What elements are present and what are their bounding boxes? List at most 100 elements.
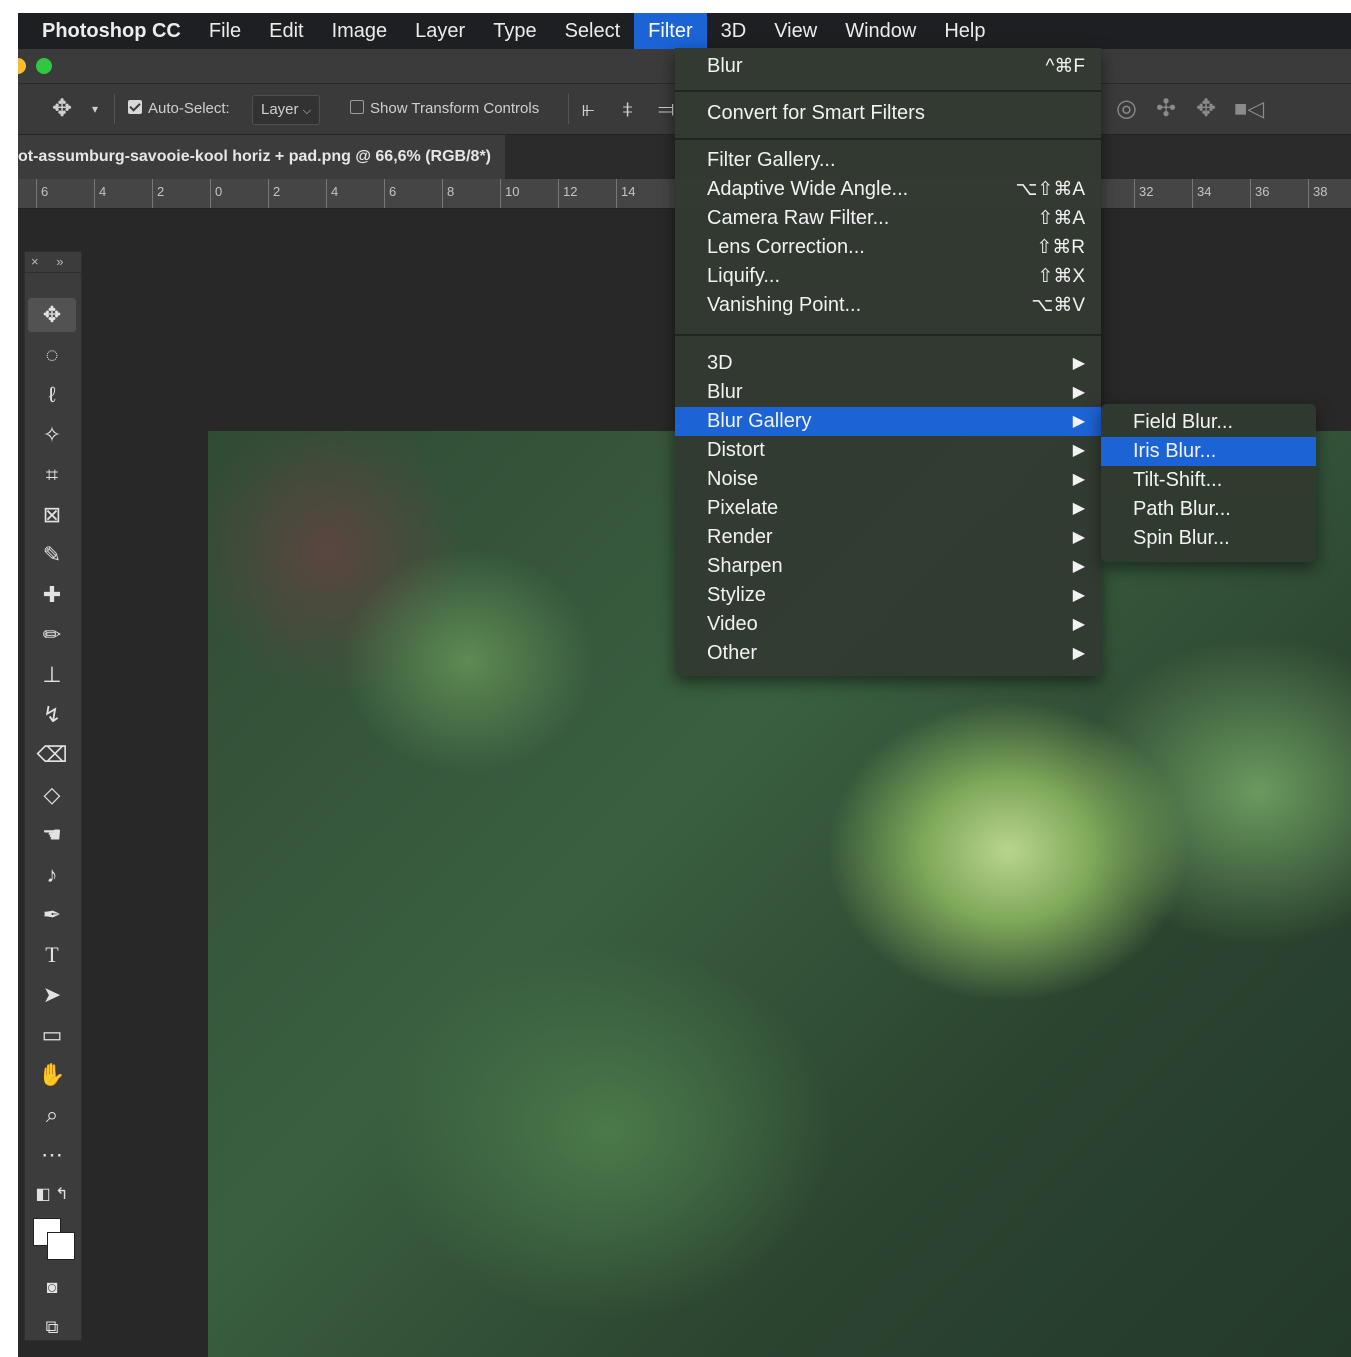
menu-item-blur-gallery[interactable]: Blur Gallery ▶ bbox=[675, 407, 1101, 436]
menu-item-label: Adaptive Wide Angle... bbox=[707, 178, 909, 200]
ruler-tick: 34 bbox=[1192, 179, 1211, 208]
more-tools-icon[interactable]: ⋯ bbox=[28, 1138, 76, 1172]
menu-item-video[interactable]: Video ▶ bbox=[675, 610, 1101, 639]
menu-item-vanishing-point[interactable]: Vanishing Point... ⌥⌘V bbox=[675, 291, 1101, 320]
menu-item-label: Video bbox=[707, 613, 758, 635]
menu-item-other[interactable]: Other ▶ bbox=[675, 639, 1101, 668]
menu-item-shortcut: ⇧⌘X bbox=[1037, 266, 1085, 287]
type-tool-icon[interactable]: T bbox=[28, 938, 76, 972]
submenu-arrow-icon: ▶ bbox=[1072, 471, 1085, 488]
move-tool-preset-icon[interactable]: ✥ bbox=[52, 84, 72, 134]
zoom-tool-icon[interactable]: ⌕ bbox=[28, 1098, 76, 1132]
menu-item-label: Camera Raw Filter... bbox=[707, 207, 890, 229]
menu-type[interactable]: Type bbox=[479, 13, 550, 49]
layer-dropdown[interactable]: Layer ⌵ bbox=[252, 84, 321, 134]
orbit-3d-icon[interactable]: ◎ bbox=[1116, 84, 1137, 134]
eyedropper-icon[interactable]: ✎ bbox=[28, 538, 76, 572]
ruler-tick: 6 bbox=[36, 179, 48, 208]
hand-tool-icon[interactable]: ✋ bbox=[28, 1058, 76, 1092]
swap-colors-icon[interactable]: ◧ ↰ bbox=[28, 1178, 76, 1212]
expand-icon[interactable]: » bbox=[56, 254, 63, 269]
align-right-icon[interactable]: ⫤ bbox=[658, 84, 675, 134]
submenu-arrow-icon: ▶ bbox=[1072, 442, 1085, 459]
eraser-icon[interactable]: ⌫ bbox=[28, 738, 76, 772]
move-tool-icon[interactable]: ✥ bbox=[28, 298, 76, 332]
menu-item-liquify[interactable]: Liquify... ⇧⌘X bbox=[675, 262, 1101, 291]
menu-file[interactable]: File bbox=[195, 13, 255, 49]
menu-item-tilt-shift[interactable]: Tilt-Shift... bbox=[1101, 466, 1316, 495]
menu-item-label: Vanishing Point... bbox=[707, 294, 862, 316]
ruler-tick: 8 bbox=[442, 179, 454, 208]
document-tab[interactable]: ot-assumburg-savooie-kool horiz + pad.pn… bbox=[18, 135, 505, 179]
align-center-icon[interactable]: ⧧ bbox=[622, 84, 633, 134]
brush-tool-icon[interactable]: ✏ bbox=[28, 618, 76, 652]
menu-item-path-blur[interactable]: Path Blur... bbox=[1101, 495, 1316, 524]
menu-item-lens-correction[interactable]: Lens Correction... ⇧⌘R bbox=[675, 233, 1101, 262]
layer-dropdown-box[interactable]: Layer ⌵ bbox=[252, 95, 321, 125]
blur-gallery-submenu: Field Blur... Iris Blur... Tilt-Shift...… bbox=[1101, 404, 1316, 562]
show-transform-checkbox[interactable]: Show Transform Controls bbox=[350, 84, 539, 134]
align-left-icon[interactable]: ⫦ bbox=[582, 84, 594, 134]
frame-tool-icon[interactable]: ⊠ bbox=[28, 498, 76, 532]
smudge-icon[interactable]: ☚ bbox=[28, 818, 76, 852]
roll-3d-icon[interactable]: ✣ bbox=[1156, 84, 1176, 134]
zoom-button[interactable] bbox=[36, 58, 52, 74]
ruler-tick: 4 bbox=[326, 179, 338, 208]
divider bbox=[568, 94, 569, 124]
path-selection-icon[interactable]: ➤ bbox=[28, 978, 76, 1012]
app-name-menu[interactable]: Photoshop CC bbox=[18, 20, 195, 43]
menu-item-blur[interactable]: Blur ▶ bbox=[675, 378, 1101, 407]
crop-tool-icon[interactable]: ⌗ bbox=[28, 458, 76, 492]
clone-stamp-icon[interactable]: ⊥ bbox=[28, 658, 76, 692]
menu-view[interactable]: View bbox=[760, 13, 831, 49]
close-icon[interactable]: × bbox=[31, 254, 39, 269]
menu-item-filter-gallery[interactable]: Filter Gallery... bbox=[675, 146, 1101, 175]
slide-3d-icon[interactable]: ■◁ bbox=[1234, 84, 1264, 134]
marquee-tool-icon[interactable]: ◌ bbox=[28, 338, 76, 372]
quick-mask-icon[interactable]: ◙ bbox=[28, 1270, 76, 1304]
menu-item-adaptive-wide-angle[interactable]: Adaptive Wide Angle... ⌥⇧⌘A bbox=[675, 175, 1101, 204]
menu-window[interactable]: Window bbox=[831, 13, 930, 49]
screen-mode-icon[interactable]: ⧉ bbox=[28, 1310, 76, 1344]
divider bbox=[114, 94, 115, 124]
menu-item-noise[interactable]: Noise ▶ bbox=[675, 465, 1101, 494]
submenu-arrow-icon: ▶ bbox=[1072, 645, 1085, 662]
menu-item-convert-smart-filters[interactable]: Convert for Smart Filters bbox=[675, 99, 1101, 128]
dodge-icon[interactable]: ♪ bbox=[28, 858, 76, 892]
menu-item-camera-raw-filter[interactable]: Camera Raw Filter... ⇧⌘A bbox=[675, 204, 1101, 233]
chevron-down-icon[interactable]: ▾ bbox=[92, 84, 98, 134]
menu-item-label: Spin Blur... bbox=[1133, 527, 1230, 549]
history-brush-icon[interactable]: ↯ bbox=[28, 698, 76, 732]
menu-edit[interactable]: Edit bbox=[255, 13, 317, 49]
menu-item-iris-blur[interactable]: Iris Blur... bbox=[1101, 437, 1316, 466]
menu-item-render[interactable]: Render ▶ bbox=[675, 523, 1101, 552]
drag-3d-icon[interactable]: ✥ bbox=[1196, 84, 1216, 134]
menu-filter[interactable]: Filter bbox=[634, 13, 707, 49]
rectangle-tool-icon[interactable]: ▭ bbox=[28, 1018, 76, 1052]
menu-image[interactable]: Image bbox=[318, 13, 402, 49]
menu-help[interactable]: Help bbox=[930, 13, 999, 49]
minimize-button[interactable] bbox=[18, 58, 26, 74]
menu-3d[interactable]: 3D bbox=[707, 13, 761, 49]
menu-item-3d[interactable]: 3D ▶ bbox=[675, 349, 1101, 378]
menu-item-distort[interactable]: Distort ▶ bbox=[675, 436, 1101, 465]
lasso-tool-icon[interactable]: ℓ bbox=[28, 378, 76, 412]
menu-item-pixelate[interactable]: Pixelate ▶ bbox=[675, 494, 1101, 523]
menu-item-last-filter[interactable]: Blur ^⌘F bbox=[675, 52, 1101, 81]
menu-separator bbox=[675, 90, 1101, 92]
menu-select[interactable]: Select bbox=[551, 13, 635, 49]
menu-item-sharpen[interactable]: Sharpen ▶ bbox=[675, 552, 1101, 581]
menu-item-stylize[interactable]: Stylize ▶ bbox=[675, 581, 1101, 610]
ruler-tick: 14 bbox=[616, 179, 635, 208]
paint-bucket-icon[interactable]: ◇ bbox=[28, 778, 76, 812]
menu-item-field-blur[interactable]: Field Blur... bbox=[1101, 408, 1316, 437]
magic-wand-icon[interactable]: ✧ bbox=[28, 418, 76, 452]
menu-item-label: Stylize bbox=[707, 584, 766, 606]
background-color-swatch[interactable] bbox=[47, 1232, 75, 1260]
pen-tool-icon[interactable]: ✒ bbox=[28, 898, 76, 932]
menu-layer[interactable]: Layer bbox=[401, 13, 479, 49]
healing-brush-icon[interactable]: ✚ bbox=[28, 578, 76, 612]
menu-item-spin-blur[interactable]: Spin Blur... bbox=[1101, 524, 1316, 553]
auto-select-checkbox[interactable]: Auto-Select: bbox=[128, 84, 230, 134]
menu-item-label: Field Blur... bbox=[1133, 411, 1234, 433]
